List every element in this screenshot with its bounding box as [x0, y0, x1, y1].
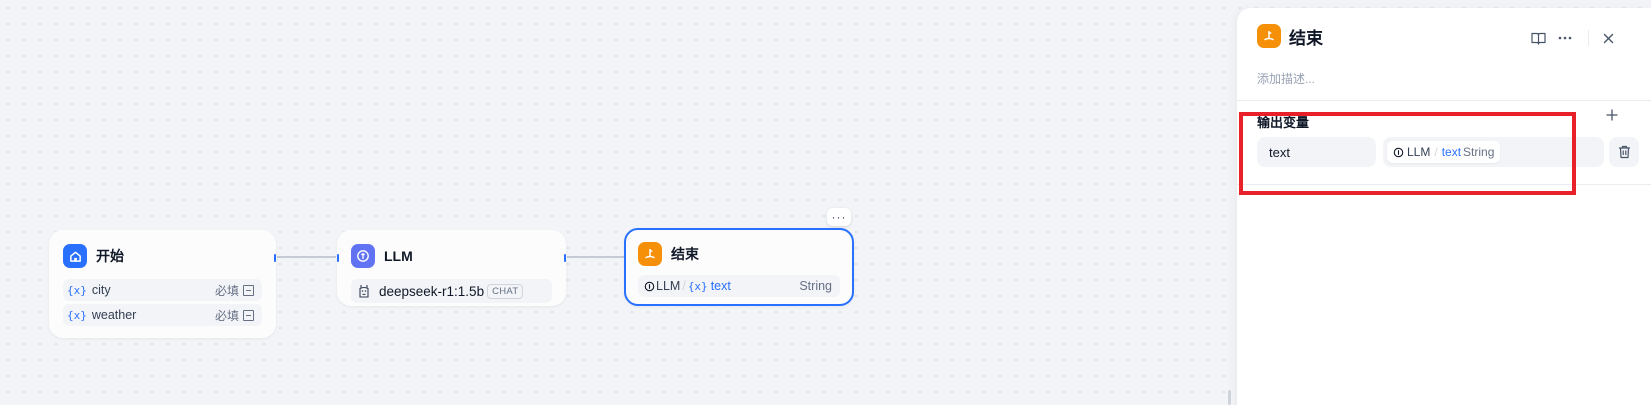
- path-separator: /: [682, 279, 686, 293]
- variable-icon: {x}: [67, 283, 87, 297]
- description-input[interactable]: 添加描述...: [1257, 70, 1315, 87]
- start-output-handle[interactable]: [274, 254, 276, 262]
- input-type-icon: [243, 309, 254, 321]
- workflow-canvas[interactable]: 开始 {x} city 必填 {x} weather 必填 LLM deepse…: [0, 0, 1236, 405]
- node-more-button[interactable]: ···: [827, 208, 851, 226]
- end-flag-icon: [1257, 24, 1281, 48]
- output-variable: text: [710, 279, 731, 293]
- highlight-annotation-box: [1239, 112, 1576, 195]
- header-separator: [1588, 30, 1589, 46]
- end-node-header: 结束: [638, 242, 699, 266]
- input-type-icon: [243, 284, 254, 296]
- llm-input-handle[interactable]: [337, 254, 339, 262]
- more-icon[interactable]: [1555, 28, 1575, 48]
- home-icon: [63, 244, 87, 268]
- end-flag-icon: [638, 242, 662, 266]
- model-mode-tag: CHAT: [487, 283, 524, 299]
- llm-small-icon: [644, 281, 655, 291]
- divider: [1237, 100, 1651, 101]
- llm-node[interactable]: LLM deepseek-r1:1.5b CHAT: [337, 230, 566, 306]
- end-output-row[interactable]: LLM / {x} text String: [638, 275, 840, 297]
- llama-icon: [355, 284, 373, 299]
- start-node[interactable]: 开始 {x} city 必填 {x} weather 必填: [49, 230, 276, 338]
- llm-node-header: LLM: [351, 244, 413, 268]
- model-selector[interactable]: deepseek-r1:1.5b CHAT: [351, 279, 552, 303]
- required-indicator: 必填: [215, 307, 254, 324]
- end-input-handle[interactable]: [624, 250, 626, 258]
- panel-resize-handle[interactable]: [1228, 390, 1231, 405]
- end-node-title: 结束: [671, 246, 699, 262]
- required-indicator: 必填: [215, 282, 254, 299]
- variable-name: weather: [91, 308, 137, 322]
- variable-icon: {x}: [67, 308, 87, 322]
- llm-node-title: LLM: [384, 248, 413, 264]
- node-config-panel: 结束 添加描述... 输出变量 text LLM / text String: [1236, 8, 1651, 405]
- add-icon[interactable]: [1602, 105, 1622, 125]
- model-name: deepseek-r1:1.5b: [379, 283, 485, 299]
- llm-output-handle[interactable]: [564, 254, 566, 262]
- close-icon[interactable]: [1598, 28, 1618, 48]
- trash-icon[interactable]: [1609, 137, 1639, 167]
- end-node[interactable]: 结束 LLM / {x} text String: [624, 228, 854, 306]
- book-icon[interactable]: [1528, 28, 1548, 48]
- output-source: LLM: [656, 279, 681, 293]
- llm-brain-icon: [351, 244, 375, 268]
- output-type: String: [799, 279, 832, 293]
- variable-name: city: [91, 283, 111, 297]
- panel-title[interactable]: 结束: [1289, 24, 1323, 49]
- start-variable-row[interactable]: {x} city 必填: [63, 279, 262, 301]
- variable-icon: {x}: [687, 279, 708, 293]
- start-node-header: 开始: [63, 244, 124, 268]
- edge-start-llm[interactable]: [277, 256, 336, 258]
- start-variable-row[interactable]: {x} weather 必填: [63, 304, 262, 326]
- edge-llm-end[interactable]: [567, 256, 625, 258]
- start-node-title: 开始: [96, 248, 124, 264]
